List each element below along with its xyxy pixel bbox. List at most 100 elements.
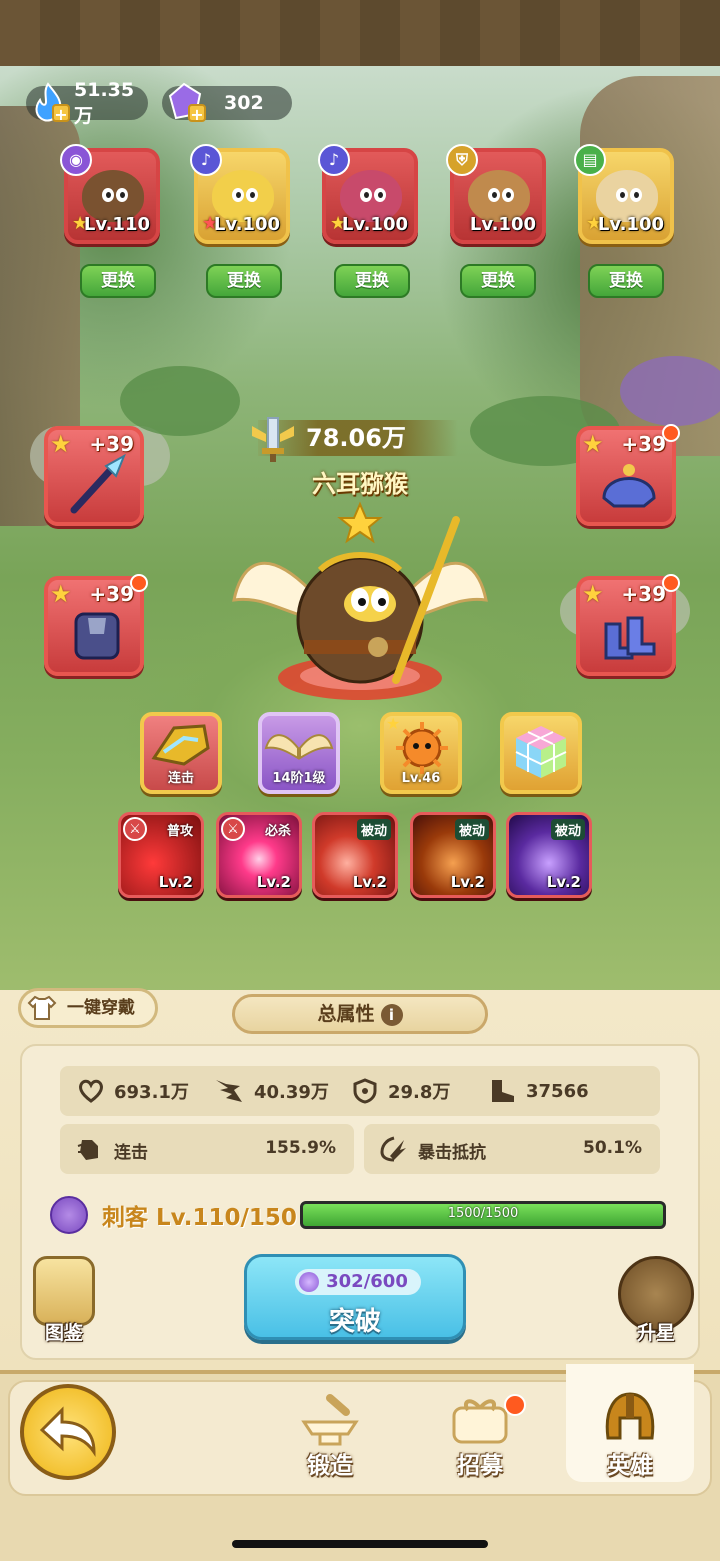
nav-hero-label: 英雄 xyxy=(607,1453,653,1479)
team-slot-5[interactable]: ▤ ★ Lv.100 xyxy=(574,144,674,244)
star-icon: ★ xyxy=(386,714,401,733)
eye xyxy=(360,188,372,202)
codex-button[interactable]: 图鉴 xyxy=(24,1256,104,1346)
info-icon[interactable]: i xyxy=(380,1003,403,1026)
stat-speed-value: 37566 xyxy=(526,1080,589,1102)
shirt-icon xyxy=(27,995,57,1020)
stat-crit-resist: 暴击抵抗 50.1% xyxy=(364,1124,660,1174)
star-up-button[interactable]: 升星 xyxy=(616,1256,696,1346)
team-slot-3[interactable]: ♪ ★ Lv.100 xyxy=(318,144,418,244)
swap-button-3[interactable]: 更换 xyxy=(334,264,410,298)
helmet-icon xyxy=(602,464,656,508)
combo-slot-label: 连击 xyxy=(167,771,194,786)
codex-book-icon xyxy=(33,1256,95,1326)
notification-dot xyxy=(504,1394,526,1416)
support-book-icon: ▤ xyxy=(574,144,606,176)
pet-level: Lv.46 xyxy=(401,771,441,786)
eye xyxy=(102,188,114,202)
breakthrough-button[interactable]: 302/600 突破 xyxy=(244,1254,466,1340)
skill-passive-1[interactable]: 被动 Lv.2 xyxy=(312,812,398,898)
codex-label: 图鉴 xyxy=(44,1322,83,1344)
energy-counter[interactable]: + 51.35万 xyxy=(26,79,148,127)
equip-weapon[interactable]: ★ +39 xyxy=(44,426,144,526)
skill-passive-2[interactable]: 被动 Lv.2 xyxy=(410,812,496,898)
assassin-hood-icon: ◉ xyxy=(60,144,92,176)
one-click-equip-button[interactable]: 一键穿戴 xyxy=(18,988,158,1028)
shield-icon xyxy=(353,1078,377,1104)
add-gem-icon[interactable]: + xyxy=(188,104,206,124)
anvil-hammer-icon xyxy=(301,1394,359,1446)
crit-resist-icon xyxy=(380,1136,406,1162)
class-level-row: 刺客 Lv.110/150 1500/1500 xyxy=(48,1196,668,1236)
rubik-cube-icon xyxy=(515,726,567,778)
swap-button-4[interactable]: 更换 xyxy=(460,264,536,298)
swap-button-2[interactable]: 更换 xyxy=(206,264,282,298)
nav-forge-label: 锻造 xyxy=(307,1453,353,1479)
stat-defense-value: 29.8万 xyxy=(388,1082,451,1103)
equip-armor[interactable]: ★ +39 xyxy=(44,574,148,676)
combat-power-value: 78.06万 xyxy=(306,424,406,452)
back-arrow-icon xyxy=(39,1406,96,1457)
combo-slot[interactable]: 连击 xyxy=(140,712,222,794)
hero-level: Lv.100 xyxy=(469,214,536,235)
nav-recruit[interactable]: 招募 xyxy=(420,1388,540,1488)
hero-character-monkey[interactable] xyxy=(220,500,500,710)
hero-level: Lv.100 xyxy=(213,214,280,235)
equip-helmet[interactable]: ★ +39 xyxy=(576,424,680,526)
gem-counter[interactable]: + 302 xyxy=(162,82,292,124)
nav-forge[interactable]: 锻造 xyxy=(270,1388,390,1488)
skill-type-tag: 被动 xyxy=(454,819,489,840)
team-slot-1[interactable]: ◉ ★ Lv.110 xyxy=(54,138,170,254)
hero-level: Lv.100 xyxy=(597,214,664,235)
stat-speed: 37566 xyxy=(488,1066,589,1116)
back-button[interactable] xyxy=(20,1384,116,1480)
notification-dot xyxy=(130,574,148,592)
eye xyxy=(232,188,244,202)
bush xyxy=(120,366,240,436)
eye xyxy=(374,188,386,202)
claw-attack-icon xyxy=(216,1080,242,1102)
eye xyxy=(502,188,514,202)
star-up-label: 升星 xyxy=(636,1322,675,1344)
spartan-helmet-icon xyxy=(605,1392,655,1440)
notification-dot xyxy=(662,424,680,442)
swap-button-5[interactable]: 更换 xyxy=(588,264,664,298)
total-attributes-header[interactable]: 总属性 i xyxy=(232,994,488,1034)
hero-level: Lv.110 xyxy=(83,214,150,235)
wings-slot[interactable]: 14阶1级 xyxy=(258,712,340,794)
pet-slot[interactable]: ★ Lv.46 xyxy=(380,712,462,794)
add-energy-icon[interactable]: + xyxy=(52,104,70,124)
eye xyxy=(630,188,642,202)
sword-wings-icon xyxy=(252,417,294,462)
nav-recruit-label: 招募 xyxy=(457,1453,503,1479)
team-slot-4[interactable]: ⛨ Lv.100 xyxy=(446,144,546,244)
mushroom xyxy=(620,356,720,426)
sword-icon: ⚔ xyxy=(123,817,147,841)
swap-button-1[interactable]: 更换 xyxy=(80,264,156,298)
notification-dot xyxy=(662,574,680,592)
nav-hero[interactable]: 英雄 xyxy=(570,1388,690,1488)
stat-combo-value: 155.9% xyxy=(265,1138,336,1158)
stat-combo-label: 连击 xyxy=(114,1143,148,1163)
rune-cube-slot[interactable] xyxy=(500,712,582,794)
breakthrough-label: 突破 xyxy=(328,1307,381,1337)
stat-crit-resist-label: 暴击抵抗 xyxy=(418,1143,486,1163)
stat-defense: 29.8万 xyxy=(352,1066,450,1116)
combo-fist-icon xyxy=(77,1140,98,1160)
armor-icon xyxy=(74,612,120,660)
eye xyxy=(116,188,128,202)
eye xyxy=(246,188,258,202)
stat-attack: 40.39万 xyxy=(214,1066,329,1116)
class-level-text: 刺客 Lv.110/150 xyxy=(102,1205,297,1231)
stat-attack-value: 40.39万 xyxy=(254,1082,329,1103)
sword-icon: ⚔ xyxy=(221,817,245,841)
energy-value: 51.35万 xyxy=(74,78,135,127)
enhance-level: +39 xyxy=(621,432,666,456)
skill-ultimate[interactable]: ⚔ 必杀 Lv.2 xyxy=(216,812,302,898)
skill-type-tag: 被动 xyxy=(550,819,585,840)
equip-boots[interactable]: ★ +39 xyxy=(576,574,680,676)
stat-combo: 连击 155.9% xyxy=(60,1124,354,1174)
skill-normal-attack[interactable]: ⚔ 普攻 Lv.2 xyxy=(118,812,204,898)
skill-passive-3[interactable]: 被动 Lv.2 xyxy=(506,812,592,898)
team-slot-2[interactable]: ♪ ★ Lv.100 xyxy=(190,144,290,244)
